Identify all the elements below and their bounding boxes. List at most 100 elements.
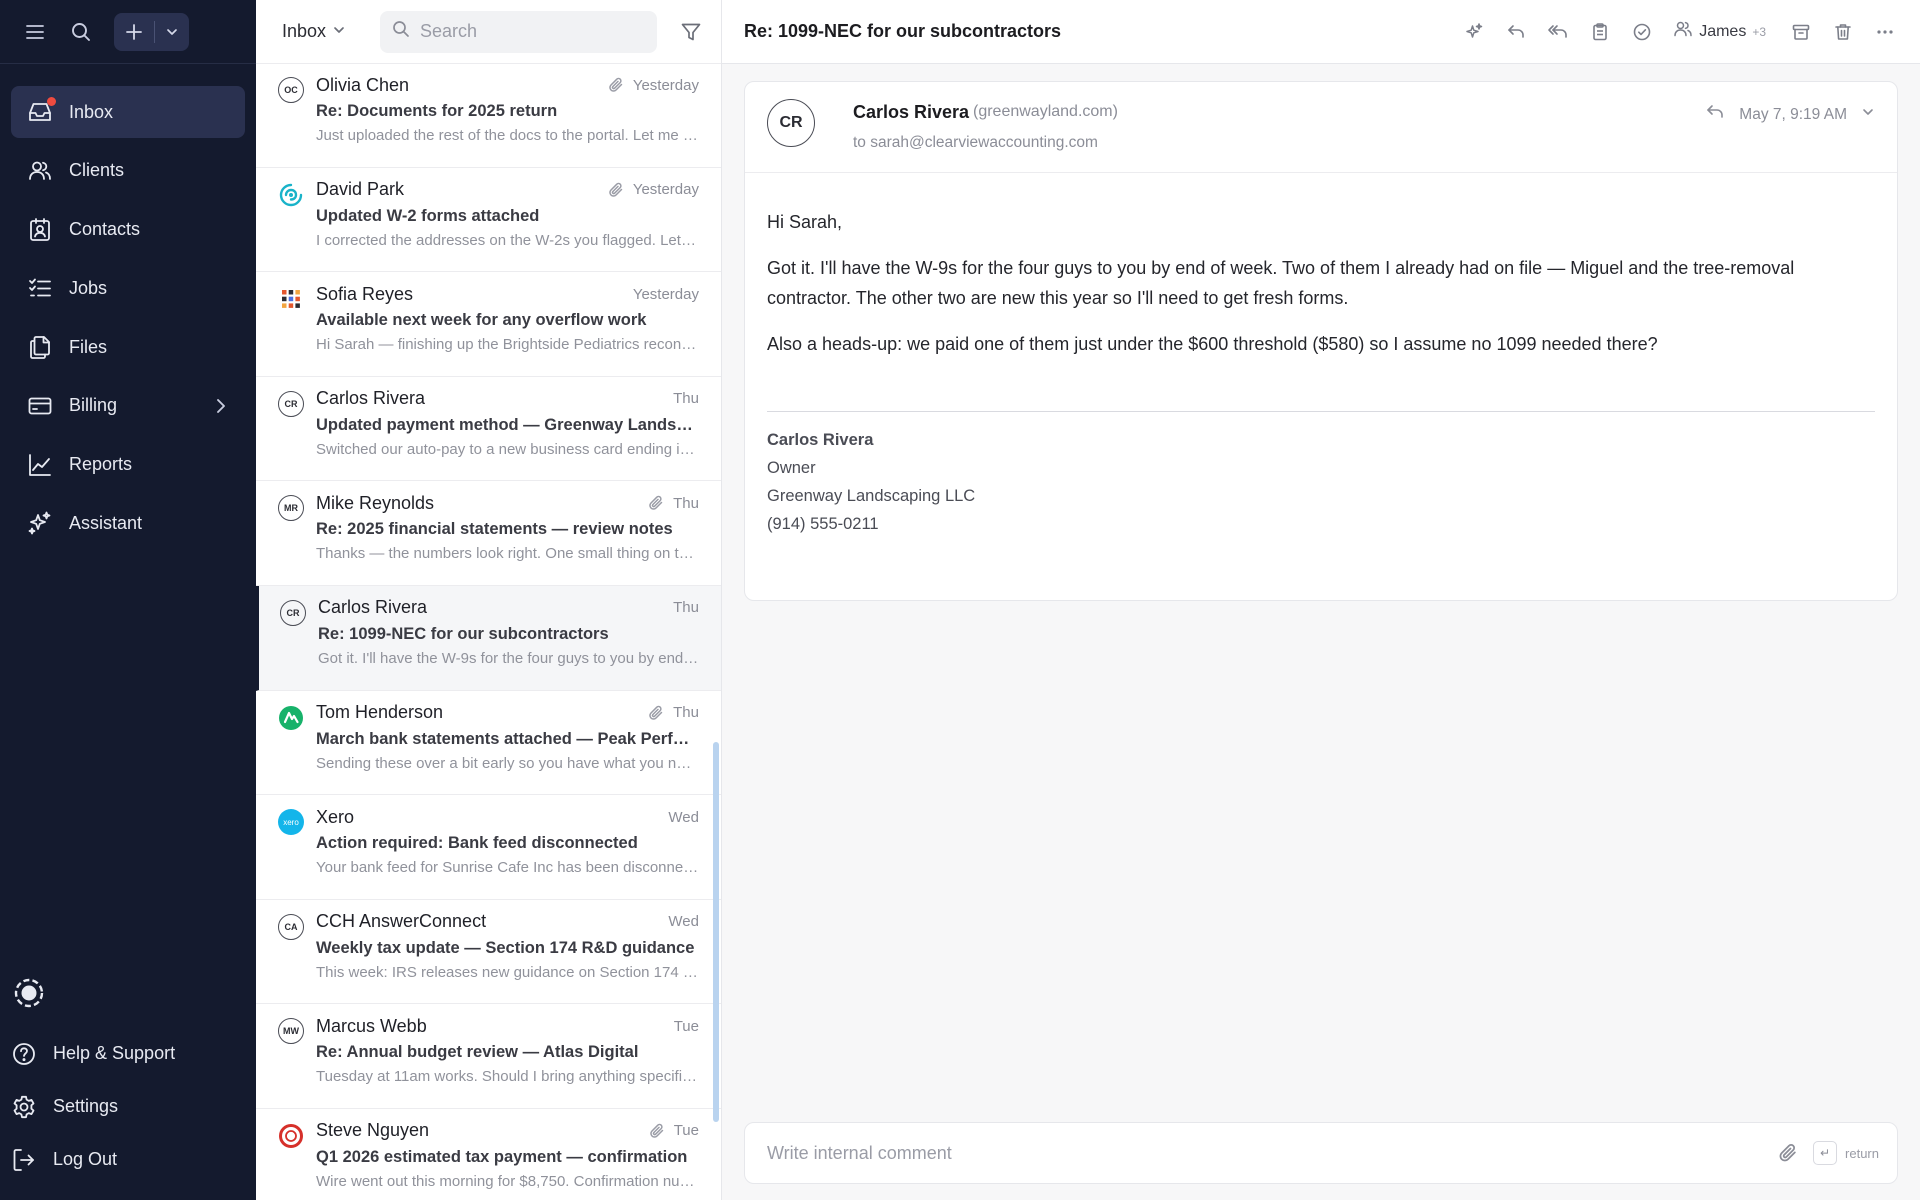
filter-icon[interactable] [677, 18, 705, 46]
signature-name: Carlos Rivera [767, 431, 874, 449]
sidebar-item-inbox[interactable]: Inbox [11, 86, 245, 138]
message-subject: Re: 2025 financial statements — review n… [316, 520, 673, 539]
message-row-selected[interactable]: CR Carlos Rivera Thu Re: 1099-NEC for ou… [256, 585, 721, 691]
email-date: May 7, 9:19 AM [1739, 105, 1847, 123]
assignee-name: James [1699, 22, 1747, 40]
sender-logo-icon [278, 1123, 304, 1149]
xero-logo-icon: xero [278, 809, 304, 836]
avatar: CA [278, 913, 304, 940]
submit-shortcut[interactable]: ↵ return [1813, 1141, 1879, 1165]
internal-comment-box: ↵ return [744, 1122, 1898, 1184]
sidebar-item-label: Contacts [69, 219, 141, 239]
avatar: MW [278, 1018, 304, 1045]
sidebar-item-assistant[interactable]: Assistant [11, 497, 245, 549]
help-icon [11, 1041, 37, 1067]
search-box [380, 10, 657, 53]
check-circle-icon[interactable] [1627, 17, 1657, 47]
message-date: Thu [673, 599, 699, 617]
message-row[interactable]: Tom Henderson Thu March bank statements … [256, 691, 721, 796]
search-input[interactable] [420, 21, 645, 42]
message-preview: This week: IRS releases new guidance on … [316, 963, 699, 981]
message-row[interactable]: CR Carlos Rivera Thu Updated payment met… [256, 377, 721, 482]
message-row[interactable]: OC Olivia Chen Yesterday Re: Documents f… [256, 63, 721, 168]
sidebar-item-label: Files [69, 336, 108, 357]
sidebar-item-clients[interactable]: Clients [11, 145, 245, 197]
assignee-button[interactable]: James +3 [1673, 19, 1766, 44]
message-row[interactable]: MW Marcus Webb Tue Re: Annual budget rev… [256, 1004, 721, 1109]
reply-icon[interactable] [1501, 17, 1531, 47]
message-sender: Carlos Rivera [316, 388, 426, 409]
contacts-icon [27, 217, 53, 243]
paperclip-icon [607, 181, 625, 199]
gear-icon [11, 1094, 37, 1120]
comment-input[interactable] [767, 1142, 1776, 1164]
message-sender: Marcus Webb [316, 1015, 427, 1036]
app-logo-icon [13, 977, 45, 1009]
chevron-right-icon[interactable] [211, 396, 231, 416]
help-support-link[interactable]: Help & Support [11, 1027, 245, 1080]
users-icon [1673, 19, 1693, 44]
folder-select[interactable]: Inbox [282, 21, 380, 42]
more-options-icon[interactable] [1870, 17, 1900, 47]
paperclip-icon[interactable] [1775, 1140, 1801, 1166]
inbox-icon [27, 97, 56, 125]
message-sender: Steve Nguyen [316, 1120, 430, 1141]
message-preview: Thanks — the numbers look right. One sma… [316, 545, 699, 563]
reply-icon[interactable] [1705, 102, 1725, 127]
sidebar-item-files[interactable]: Files [11, 321, 245, 373]
logout-link[interactable]: Log Out [11, 1133, 245, 1186]
sender-logo-icon [278, 705, 304, 731]
sender-logo-icon [278, 182, 304, 208]
sidebar: Inbox Clients Contacts Jobs Files Billin… [0, 0, 256, 1200]
sidebar-item-jobs[interactable]: Jobs [11, 262, 245, 314]
archive-icon[interactable] [1786, 17, 1816, 47]
message-subject: Action required: Bank feed disconnected [316, 834, 638, 853]
message-row[interactable]: Steve Nguyen Tue Q1 2026 estimated tax p… [256, 1109, 721, 1200]
message-date: Wed [668, 913, 699, 931]
new-item-dropdown-button[interactable] [155, 13, 189, 51]
signature-company: Greenway Landscaping LLC [767, 487, 976, 505]
reply-all-icon[interactable] [1543, 17, 1573, 47]
signature-phone: (914) 555-0211 [767, 515, 879, 533]
message-subject: Re: Annual budget review — Atlas Digital [316, 1043, 639, 1062]
message-sender: Olivia Chen [316, 74, 410, 95]
message-row[interactable]: MR Mike Reynolds Thu Re: 2025 financial … [256, 481, 721, 586]
avatar: CR [767, 99, 815, 147]
sidebar-item-label: Inbox [69, 101, 114, 122]
message-subject: Available next week for any overflow wor… [316, 311, 647, 330]
message-preview: Wire went out this morning for $8,750. C… [316, 1172, 699, 1190]
message-preview: Got it. I'll have the W-9s for the four … [318, 649, 699, 667]
reading-pane: Re: 1099-NEC for our subcontractors Jame… [722, 0, 1920, 1200]
chevron-down-icon[interactable] [1861, 105, 1875, 124]
message-date: Wed [668, 808, 699, 826]
ai-sparkle-icon[interactable] [1459, 17, 1489, 47]
message-row[interactable]: CA CCH AnswerConnect Wed Weekly tax upda… [256, 900, 721, 1005]
message-row[interactable]: xero Xero Wed Action required: Bank feed… [256, 795, 721, 900]
reading-pane-header: Re: 1099-NEC for our subcontractors Jame… [722, 0, 1920, 64]
new-item-button[interactable] [114, 13, 154, 51]
clipboard-icon[interactable] [1585, 17, 1615, 47]
email-message: CR Carlos Rivera (greenwayland.com) to s… [744, 81, 1898, 601]
thread-title: Re: 1099-NEC for our subcontractors [744, 21, 1062, 41]
message-preview: Sending these over a bit early so you ha… [316, 754, 699, 772]
logout-icon [11, 1147, 37, 1173]
paperclip-icon [648, 1122, 666, 1140]
message-row[interactable]: David Park Yesterday Updated W-2 forms a… [256, 168, 721, 273]
message-date: Yesterday [632, 76, 699, 94]
billing-icon [27, 393, 53, 419]
paperclip-icon [647, 704, 665, 722]
sidebar-item-reports[interactable]: Reports [11, 439, 245, 491]
sidebar-item-label: Clients [69, 160, 125, 181]
list-scrollbar[interactable] [713, 742, 719, 1122]
sidebar-item-label: Jobs [69, 277, 108, 298]
settings-link[interactable]: Settings [11, 1080, 245, 1133]
sidebar-top-bar [0, 0, 256, 64]
sidebar-item-contacts[interactable]: Contacts [11, 204, 245, 256]
message-preview: Your bank feed for Sunrise Cafe Inc has … [316, 859, 699, 877]
message-row[interactable]: Sofia Reyes Yesterday Available next wee… [256, 272, 721, 377]
sidebar-item-billing[interactable]: Billing [11, 380, 245, 432]
trash-icon[interactable] [1828, 17, 1858, 47]
menu-icon[interactable] [22, 19, 48, 45]
message-sender: Tom Henderson [316, 702, 444, 723]
search-icon[interactable] [68, 19, 94, 45]
